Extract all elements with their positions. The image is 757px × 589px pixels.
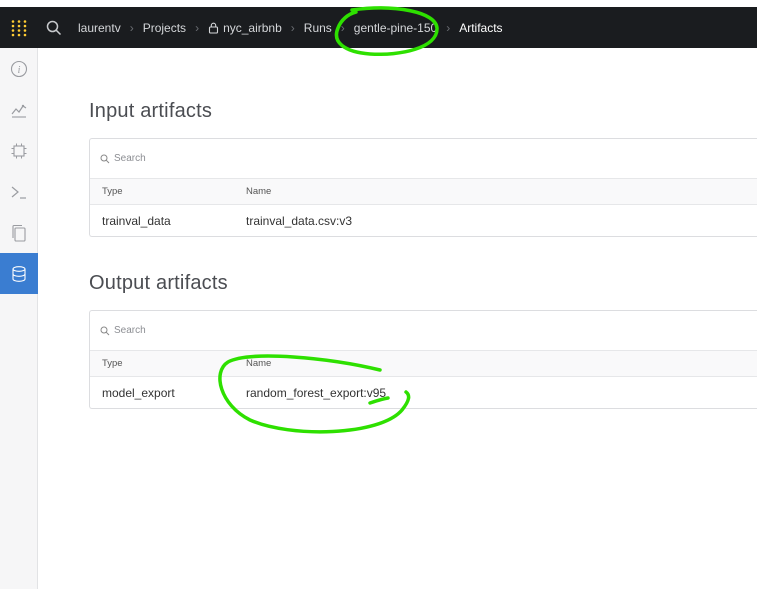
lock-icon: [209, 22, 219, 34]
input-artifacts-search: [90, 139, 757, 179]
run-sidebar: i: [0, 48, 38, 589]
chevron-right-icon: ›: [195, 20, 200, 35]
table-header: Type Name: [90, 351, 757, 377]
search-icon: [100, 154, 110, 163]
table-header: Type Name: [90, 179, 757, 205]
breadcrumb-project[interactable]: nyc_airbnb: [208, 21, 282, 35]
chart-icon: [11, 104, 27, 118]
breadcrumb-projects[interactable]: Projects: [143, 21, 186, 35]
input-artifacts-search-input[interactable]: [114, 153, 414, 164]
chevron-right-icon: ›: [340, 20, 345, 35]
input-artifacts-table: Type Name trainval_data trainval_data.cs…: [89, 138, 757, 237]
breadcrumb-runs[interactable]: Runs: [304, 21, 332, 35]
output-artifacts-search: [90, 311, 757, 351]
chevron-right-icon: ›: [129, 20, 134, 35]
column-header-name[interactable]: Name: [246, 186, 757, 197]
column-header-name[interactable]: Name: [246, 358, 757, 369]
sidebar-item-artifacts[interactable]: [0, 253, 38, 294]
artifact-name-link[interactable]: random_forest_export:v95: [246, 386, 757, 400]
table-row[interactable]: model_export random_forest_export:v95: [90, 377, 757, 408]
column-header-type[interactable]: Type: [90, 358, 246, 369]
breadcrumb-run[interactable]: gentle-pine-150: [354, 21, 437, 35]
column-header-type[interactable]: Type: [90, 186, 246, 197]
sidebar-item-files[interactable]: [0, 212, 38, 253]
table-row[interactable]: trainval_data trainval_data.csv:v3: [90, 205, 757, 236]
terminal-icon: [11, 186, 26, 199]
artifact-name-link[interactable]: trainval_data.csv:v3: [246, 214, 757, 228]
cpu-icon: [11, 143, 27, 158]
search-icon: [100, 326, 110, 335]
breadcrumb: laurentv › Projects › nyc_airbnb › Runs …: [78, 21, 503, 35]
info-icon: i: [10, 60, 28, 77]
sidebar-item-logs[interactable]: [0, 171, 38, 212]
files-icon: [12, 224, 26, 242]
breadcrumb-user[interactable]: laurentv: [78, 21, 121, 35]
sidebar-item-system[interactable]: [0, 130, 38, 171]
artifact-type: model_export: [102, 385, 175, 400]
database-icon: [12, 265, 26, 282]
input-artifacts-heading: Input artifacts: [89, 100, 213, 122]
search-icon[interactable]: [44, 18, 64, 38]
chevron-right-icon: ›: [446, 20, 451, 35]
svg-text:i: i: [18, 65, 21, 76]
breadcrumb-artifacts[interactable]: Artifacts: [459, 21, 502, 35]
wandb-logo-icon[interactable]: [0, 7, 38, 48]
output-artifacts-heading: Output artifacts: [89, 272, 228, 294]
top-navigation-bar: laurentv › Projects › nyc_airbnb › Runs …: [0, 7, 757, 48]
sidebar-item-charts[interactable]: [0, 89, 38, 130]
breadcrumb-project-label: nyc_airbnb: [223, 20, 282, 35]
output-artifacts-table: Type Name model_export random_forest_exp…: [89, 310, 757, 409]
chevron-right-icon: ›: [290, 20, 295, 35]
sidebar-item-overview[interactable]: i: [0, 48, 38, 89]
output-artifacts-search-input[interactable]: [114, 325, 414, 336]
artifact-type: trainval_data: [102, 213, 171, 228]
